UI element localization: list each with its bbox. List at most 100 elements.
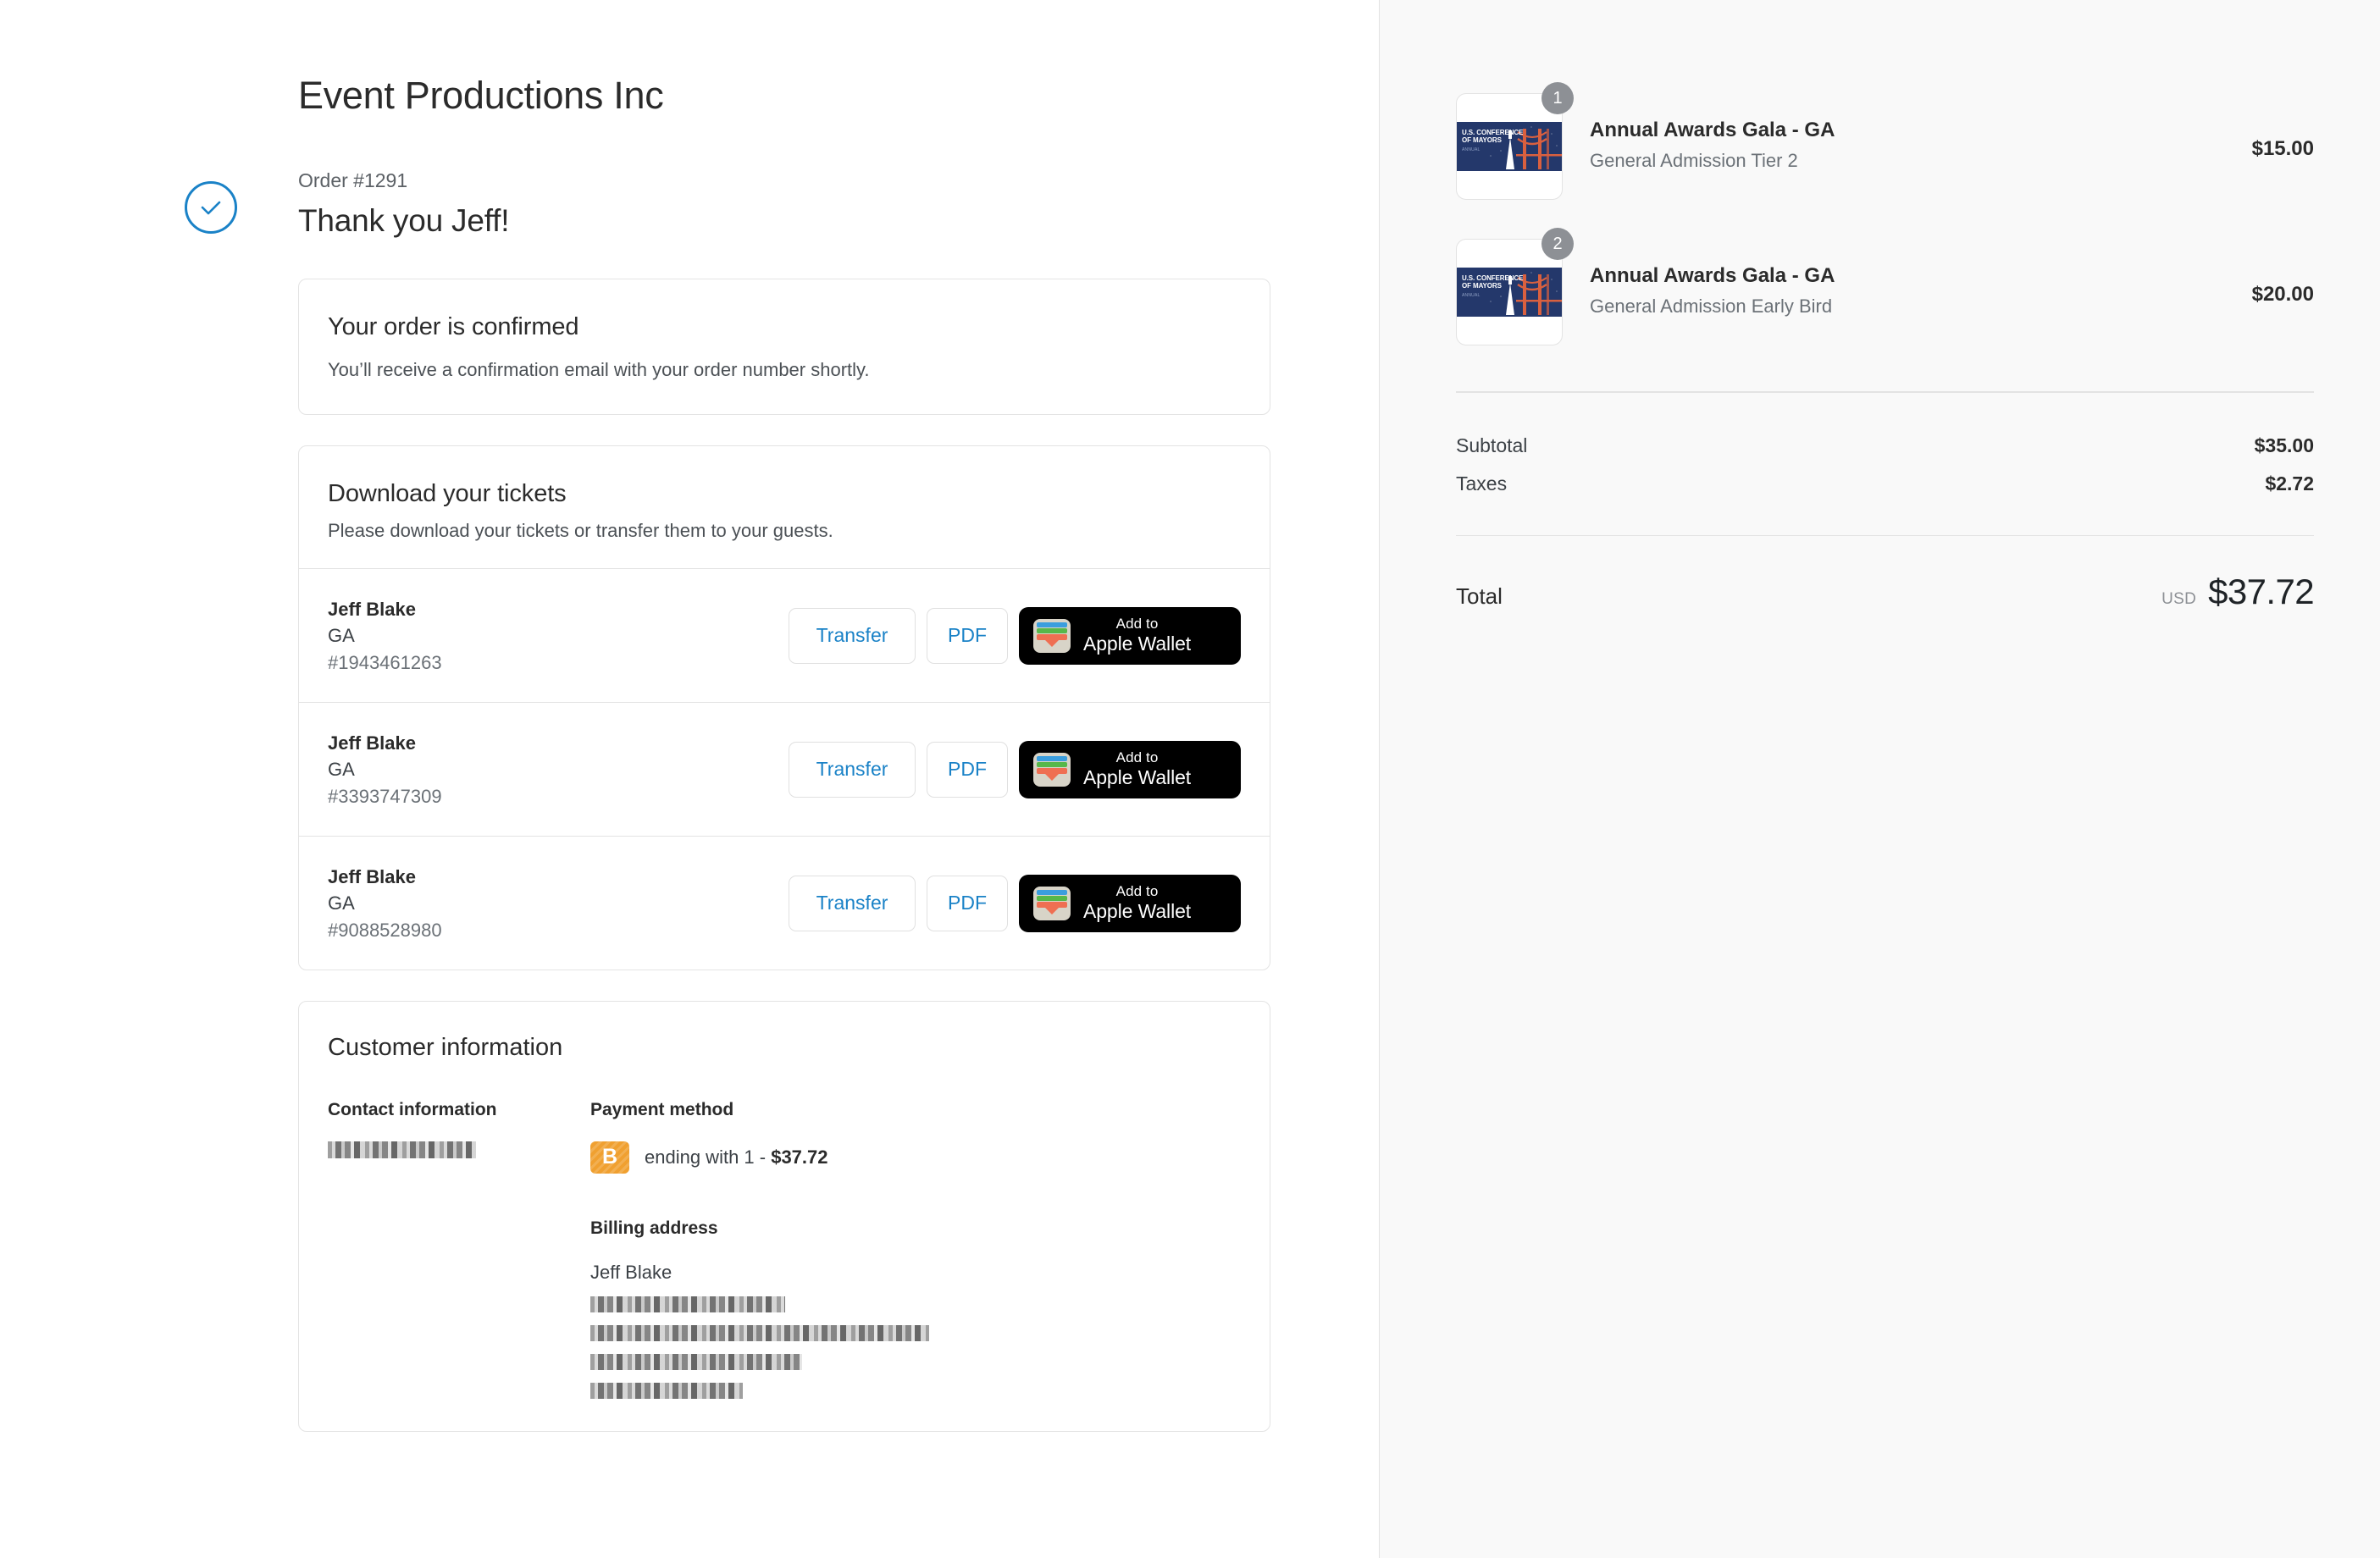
ticket-actions: Transfer PDF Add to Apple Wallet xyxy=(789,874,1241,932)
download-tickets-subtitle: Please download your tickets or transfer… xyxy=(328,519,833,541)
contact-email-redacted xyxy=(328,1141,476,1158)
thank-you-heading: Thank you Jeff! xyxy=(298,203,510,238)
pdf-button[interactable]: PDF xyxy=(927,875,1008,931)
contact-information-column: Contact information xyxy=(328,1097,590,1399)
order-confirmation-header: Order #1291 Thank you Jeff! xyxy=(185,166,1270,240)
ticket-row: Jeff Blake GA #9088528980 Transfer PDF A… xyxy=(299,836,1270,970)
customer-information-card: Customer information Contact information… xyxy=(298,1001,1270,1433)
ticket-info: Jeff Blake GA #1943461263 xyxy=(328,596,442,676)
summary-item-subtitle: General Admission Early Bird xyxy=(1590,296,1833,318)
ticket-tier: GA xyxy=(328,759,355,781)
summary-item-title: Annual Awards Gala - GA xyxy=(1590,119,1835,141)
quantity-badge: 2 xyxy=(1541,228,1574,260)
billing-line-redacted xyxy=(590,1354,802,1371)
payment-method-line: B ending with 1 - $37.72 xyxy=(590,1141,1241,1174)
summary-line-item: U.S. CONFERENCE OF MAYORS ANNUAL 1 Annua… xyxy=(1456,82,2314,239)
payment-brand-icon: B xyxy=(590,1141,629,1174)
ticket-holder-name: Jeff Blake xyxy=(328,866,416,888)
thumbnail-sub-label: ANNUAL xyxy=(1462,293,1481,298)
apple-wallet-icon xyxy=(1030,749,1074,790)
ticket-holder-name: Jeff Blake xyxy=(328,732,416,754)
payment-ending-text: ending with 1 - xyxy=(645,1146,772,1168)
wallet-bottom-label: Apple Wallet xyxy=(1083,633,1192,655)
wallet-top-label: Add to xyxy=(1115,749,1159,766)
summary-item-price: $15.00 xyxy=(2251,137,2314,160)
summary-item-subtitle: General Admission Tier 2 xyxy=(1590,150,1798,172)
add-to-apple-wallet-button[interactable]: Add to Apple Wallet xyxy=(1019,740,1241,798)
summary-item-thumbnail-wrap: U.S. CONFERENCE OF MAYORS ANNUAL 2 xyxy=(1456,228,1574,345)
grand-total-row: Total USD $37.72 xyxy=(1456,536,2315,612)
wallet-top-label: Add to xyxy=(1115,616,1159,633)
taxes-value: $2.72 xyxy=(2265,472,2314,494)
subtotal-row: Subtotal $35.00 xyxy=(1456,427,2314,465)
ticket-serial: #9088528980 xyxy=(328,919,442,941)
order-details-panel: Event Productions Inc Order #1291 Thank … xyxy=(0,0,1379,1558)
ticket-info: Jeff Blake GA #3393747309 xyxy=(328,730,442,809)
contact-information-heading: Contact information xyxy=(328,1100,497,1120)
summary-item-title: Annual Awards Gala - GA xyxy=(1590,264,1835,287)
total-amount-group: USD $37.72 xyxy=(2161,572,2314,612)
ticket-tier: GA xyxy=(328,892,355,914)
billing-name: Jeff Blake xyxy=(590,1262,672,1284)
subtotal-value: $35.00 xyxy=(2254,434,2314,456)
check-circle-icon xyxy=(185,180,237,234)
payment-billing-column: Payment method B ending with 1 - $37.72 … xyxy=(590,1097,1241,1400)
wallet-button-text: Add to Apple Wallet xyxy=(1083,616,1191,656)
add-to-apple-wallet-button[interactable]: Add to Apple Wallet xyxy=(1019,606,1241,665)
total-currency: USD xyxy=(2161,590,2197,608)
summary-item-text: Annual Awards Gala - GA General Admissio… xyxy=(1590,93,2252,174)
payment-method-heading: Payment method xyxy=(590,1100,734,1120)
download-tickets-card: Download your tickets Please download yo… xyxy=(298,445,1270,971)
billing-address-redacted xyxy=(590,1296,1241,1400)
summary-item-thumbnail-wrap: U.S. CONFERENCE OF MAYORS ANNUAL 1 xyxy=(1456,82,1574,200)
pdf-button[interactable]: PDF xyxy=(927,741,1008,798)
ticket-holder-name: Jeff Blake xyxy=(328,599,416,621)
wallet-bottom-label: Apple Wallet xyxy=(1083,766,1192,789)
order-confirmed-title: Your order is confirmed xyxy=(328,312,579,340)
ticket-actions: Transfer PDF Add to Apple Wallet xyxy=(789,740,1241,798)
billing-address-heading: Billing address xyxy=(590,1218,718,1238)
ticket-row: Jeff Blake GA #3393747309 Transfer PDF A… xyxy=(299,702,1270,836)
transfer-button[interactable]: Transfer xyxy=(789,875,916,931)
payment-method-text: ending with 1 - $37.72 xyxy=(645,1146,828,1168)
transfer-button[interactable]: Transfer xyxy=(789,607,916,664)
add-to-apple-wallet-button[interactable]: Add to Apple Wallet xyxy=(1019,874,1241,932)
ticket-row: Jeff Blake GA #1943461263 Transfer PDF A… xyxy=(299,568,1270,702)
ticket-info: Jeff Blake GA #9088528980 xyxy=(328,864,442,943)
summary-item-text: Annual Awards Gala - GA General Admissio… xyxy=(1590,239,2252,320)
ticket-tier: GA xyxy=(328,625,355,647)
pdf-button[interactable]: PDF xyxy=(927,607,1008,664)
wallet-top-label: Add to xyxy=(1115,883,1159,900)
billing-line-redacted xyxy=(590,1296,785,1313)
order-confirmed-card: Your order is confirmed You’ll receive a… xyxy=(298,278,1270,416)
ticket-actions: Transfer PDF Add to Apple Wallet xyxy=(789,606,1241,665)
apple-wallet-icon xyxy=(1030,616,1074,656)
transfer-button[interactable]: Transfer xyxy=(789,741,916,798)
wallet-bottom-label: Apple Wallet xyxy=(1083,900,1192,923)
thumbnail-org-label: U.S. CONFERENCE OF MAYORS xyxy=(1462,129,1524,145)
wallet-button-text: Add to Apple Wallet xyxy=(1083,883,1191,924)
summary-item-price: $20.00 xyxy=(2251,283,2314,306)
download-tickets-title: Download your tickets xyxy=(328,480,567,508)
order-confirmed-subtitle: You’ll receive a confirmation email with… xyxy=(328,358,870,380)
taxes-label: Taxes xyxy=(1456,472,1508,494)
quantity-badge: 1 xyxy=(1541,82,1574,114)
billing-line-redacted xyxy=(590,1383,743,1400)
checkout-confirmation-page: Event Productions Inc Order #1291 Thank … xyxy=(0,0,2380,1558)
wallet-button-text: Add to Apple Wallet xyxy=(1083,749,1191,790)
order-summary-panel: U.S. CONFERENCE OF MAYORS ANNUAL 1 Annua… xyxy=(1379,0,2380,1558)
apple-wallet-icon xyxy=(1030,883,1074,924)
subtotal-label: Subtotal xyxy=(1456,434,1528,456)
ticket-serial: #1943461263 xyxy=(328,651,442,673)
total-label: Total xyxy=(1456,583,1503,609)
total-value: $37.72 xyxy=(2208,572,2314,611)
customer-information-title: Customer information xyxy=(328,1034,563,1062)
thumbnail-sub-label: ANNUAL xyxy=(1462,147,1481,152)
summary-line-item: U.S. CONFERENCE OF MAYORS ANNUAL 2 Annua… xyxy=(1456,228,2314,384)
payment-amount: $37.72 xyxy=(771,1146,828,1168)
taxes-row: Taxes $2.72 xyxy=(1456,465,2314,503)
ticket-serial: #3393747309 xyxy=(328,785,442,807)
billing-line-redacted xyxy=(590,1325,929,1342)
summary-totals: Subtotal $35.00 Taxes $2.72 xyxy=(1456,393,2314,503)
merchant-name: Event Productions Inc xyxy=(298,74,664,117)
